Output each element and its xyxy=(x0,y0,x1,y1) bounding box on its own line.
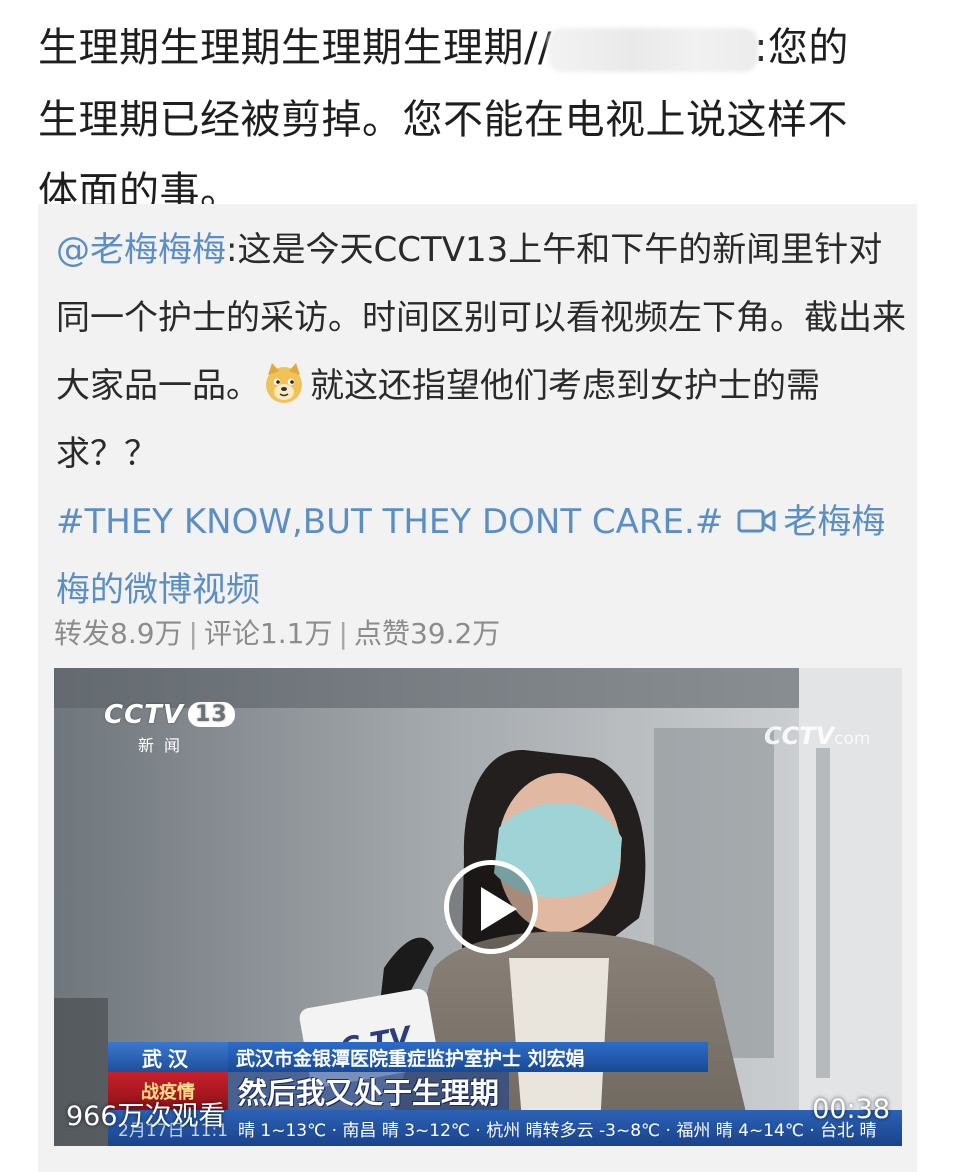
channel-sub-label: 新闻 xyxy=(138,736,191,755)
repost-text: @老梅梅梅:这是今天CCTV13上午和下午的新闻里针对同一个护士的采访。时间区别… xyxy=(56,216,906,624)
doge-emoji-icon xyxy=(266,363,302,403)
post-text-part1: 生理期生理期生理期生理期// xyxy=(38,25,552,71)
interviewee-caption: 武汉市金银潭医院重症监护室护士 刘宏娟 xyxy=(228,1042,708,1072)
cctv-watermark: CCTVcom xyxy=(764,722,871,750)
post-text-line2: 生理期已经被剪掉。您不能在电视上说这样不 xyxy=(38,97,848,143)
channel-number: 13 xyxy=(188,702,235,727)
video-duration: 00:38 xyxy=(812,1094,890,1125)
post-text-part2: :您的 xyxy=(753,25,849,71)
stats-separator: | xyxy=(338,617,348,650)
hashtag-link[interactable]: #THEY KNOW,BUT THEY DONT CARE.# xyxy=(56,502,723,542)
like-count[interactable]: 点赞39.2万 xyxy=(354,617,500,650)
ticker-text: 晴 1~13℃ · 南昌 晴 3~12℃ · 杭州 晴转多云 -3~8℃ · 福… xyxy=(238,1120,877,1141)
video-subtitle: 然后我又处于生理期 xyxy=(228,1072,510,1110)
view-count: 966万次观看 xyxy=(66,1101,226,1132)
name-banner: 武汉 武汉市金银潭医院重症监护室护士 刘宏娟 xyxy=(108,1042,708,1072)
video-camera-icon xyxy=(737,509,776,533)
repost-card[interactable]: @老梅梅梅:这是今天CCTV13上午和下午的新闻里针对同一个护士的采访。时间区别… xyxy=(38,204,917,1172)
post-text: 生理期生理期生理期生理期//:您的 生理期已经被剪掉。您不能在电视上说这样不 体… xyxy=(38,12,908,228)
stats-separator: | xyxy=(188,617,198,650)
city-label: 武汉 xyxy=(108,1042,228,1072)
play-button[interactable] xyxy=(444,860,538,954)
weather-ticker: 2月17日 11:1 晴 1~13℃ · 南昌 晴 3~12℃ · 杭州 晴转多… xyxy=(108,1110,902,1146)
repost-count[interactable]: 转发8.9万 xyxy=(54,617,183,650)
video-player[interactable]: C TV CCTV13 新闻 CCTVcom 武汉 武汉市金银潭医院重症监护室护… xyxy=(54,668,902,1146)
repost-stats: 转发8.9万 | 评论1.1万 | 点赞39.2万 xyxy=(54,612,500,652)
comment-count[interactable]: 评论1.1万 xyxy=(204,617,333,650)
mention-link[interactable]: @老梅梅梅 xyxy=(56,230,226,270)
blurred-username xyxy=(547,28,758,72)
cctv-channel-logo: CCTV 13 xyxy=(104,700,235,730)
